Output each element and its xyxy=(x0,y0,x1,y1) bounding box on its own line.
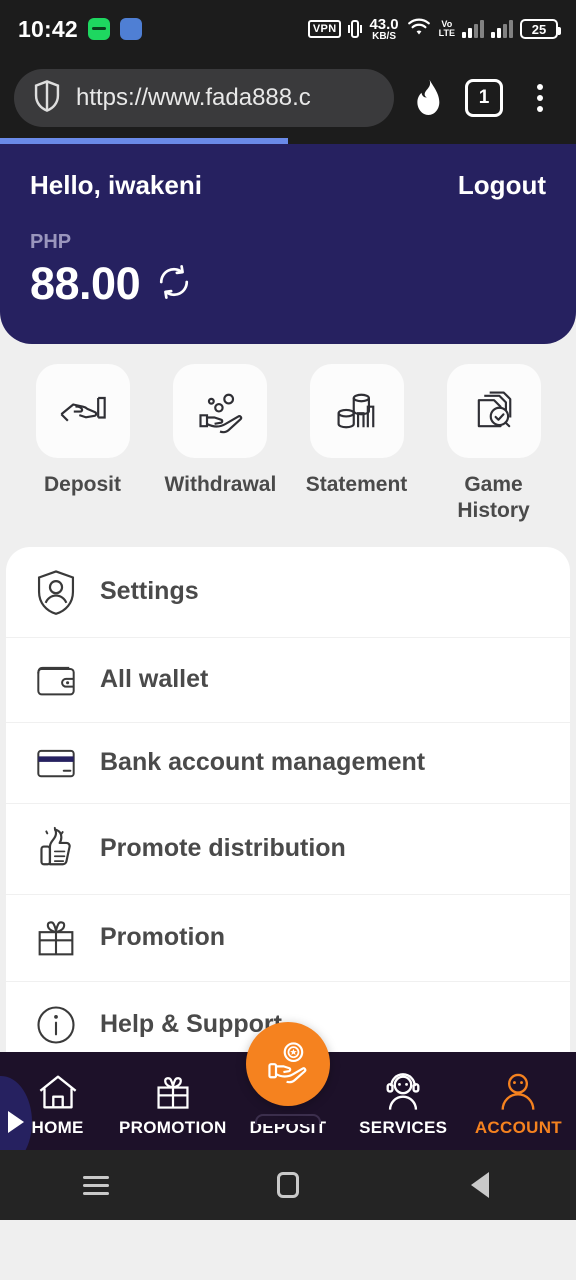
menu-item-promotion[interactable]: Promotion xyxy=(6,895,570,982)
credit-card-icon xyxy=(34,745,78,781)
nav-item-promotion[interactable]: PROMOTION xyxy=(115,1072,230,1150)
status-bar-clock: 10:42 xyxy=(18,15,78,42)
nav-item-label: SERVICES xyxy=(359,1118,448,1137)
nav-item-deposit[interactable]: DEPOSIT xyxy=(230,1022,345,1150)
tab-counter-button[interactable]: 1 xyxy=(462,79,506,117)
shield-user-icon xyxy=(34,569,78,615)
home-icon xyxy=(38,1072,78,1112)
menu-item-settings[interactable]: Settings xyxy=(6,547,570,638)
url-text: https://www.fada888.c xyxy=(76,84,311,111)
network-speed-indicator: 43.0 KB/S xyxy=(369,17,398,42)
vibrate-icon xyxy=(348,19,363,39)
menu-item-label: Settings xyxy=(100,577,199,605)
nav-item-label: PROMOTION xyxy=(119,1118,227,1137)
nav-item-label: HOME xyxy=(31,1118,84,1137)
headset-support-icon xyxy=(383,1072,423,1112)
quick-actions-row: Deposit Withdrawal Statement Game Histor… xyxy=(0,344,576,525)
menu-item-bank-account-management[interactable]: Bank account management xyxy=(6,723,570,804)
status-bar-right: VPN 43.0 KB/S Vo LTE 25 xyxy=(307,17,561,42)
battery-indicator: 25 xyxy=(520,19,561,39)
play-arrow-icon xyxy=(8,1111,24,1133)
signal-bars-sim1-icon xyxy=(462,20,484,38)
quick-action-withdrawal[interactable]: Withdrawal xyxy=(151,364,288,525)
user-icon xyxy=(498,1072,538,1112)
hamburger-recents-icon xyxy=(83,1175,109,1195)
signal-bars-sim2-icon xyxy=(491,20,513,38)
menu-item-label: All wallet xyxy=(100,665,209,693)
triangle-back-icon xyxy=(471,1172,489,1198)
tab-count-label: 1 xyxy=(465,79,503,117)
hand-coins-icon xyxy=(172,364,267,458)
balance-row: 88.00 xyxy=(30,258,546,310)
menu-item-label: Promote distribution xyxy=(100,834,346,862)
volte-icon: Vo LTE xyxy=(438,19,455,38)
address-bar[interactable]: https://www.fada888.c xyxy=(14,69,394,127)
recents-button[interactable] xyxy=(51,1175,141,1195)
menu-item-promote-distribution[interactable]: Promote distribution xyxy=(6,804,570,895)
balance-amount: 88.00 xyxy=(30,258,141,309)
logout-button[interactable]: Logout xyxy=(458,170,546,201)
quick-action-label: Statement xyxy=(305,473,408,496)
quick-action-label: Deposit xyxy=(43,473,121,496)
quick-action-label: Game History xyxy=(457,473,530,523)
refresh-icon[interactable] xyxy=(156,264,192,305)
bottom-navigation-bar: HOME PROMOTION DEPOSIT SERVICES ACCOUNT xyxy=(0,1022,576,1150)
currency-label: PHP xyxy=(30,231,72,253)
spotify-icon xyxy=(87,18,110,40)
gift-icon xyxy=(153,1072,193,1112)
flame-icon[interactable] xyxy=(406,78,450,118)
wallet-icon xyxy=(34,660,78,700)
shield-icon xyxy=(32,79,62,118)
status-bar-left: 10:42 xyxy=(18,16,142,43)
quick-action-statement[interactable]: Statement xyxy=(288,364,425,525)
documents-clock-icon xyxy=(446,364,541,458)
network-speed-value: 43.0 xyxy=(369,15,399,33)
account-header-top: Hello, iwakeni Logout xyxy=(30,170,546,201)
nav-item-account[interactable]: ACCOUNT xyxy=(461,1072,576,1150)
three-dot-menu-icon[interactable] xyxy=(518,84,562,112)
menu-item-label: Promotion xyxy=(100,923,225,951)
hand-coin-icon xyxy=(264,1038,312,1091)
square-home-icon xyxy=(277,1172,299,1198)
wifi-icon xyxy=(406,17,432,42)
blue-app-icon xyxy=(119,18,142,40)
quick-action-deposit[interactable]: Deposit xyxy=(14,364,151,525)
network-speed-unit: KB/S xyxy=(372,30,396,42)
menu-item-label: Bank account management xyxy=(100,748,426,776)
nav-item-label: ACCOUNT xyxy=(474,1118,562,1137)
gift-icon xyxy=(34,917,78,959)
quick-action-game-history[interactable]: Game History xyxy=(425,364,562,525)
menu-item-all-wallet[interactable]: All wallet xyxy=(6,638,570,723)
home-button[interactable] xyxy=(243,1172,333,1198)
coins-chart-icon xyxy=(309,364,404,458)
nav-item-services[interactable]: SERVICES xyxy=(346,1072,461,1150)
browser-toolbar: https://www.fada888.c 1 xyxy=(0,58,576,138)
quick-action-label: Withdrawal xyxy=(164,473,277,496)
status-bar: 10:42 VPN 43.0 KB/S Vo LTE 25 xyxy=(0,0,576,58)
menu-item-label: Help & Support xyxy=(100,1010,282,1038)
web-page-content: Hello, iwakeni Logout PHP 88.00 Deposit xyxy=(0,144,576,1150)
vpn-icon: VPN xyxy=(307,20,342,38)
greeting-text: Hello, iwakeni xyxy=(30,170,202,200)
android-navigation-bar xyxy=(0,1150,576,1220)
deposit-fab-button[interactable] xyxy=(246,1022,330,1106)
account-header: Hello, iwakeni Logout PHP 88.00 xyxy=(0,144,576,344)
phone-screen: 10:42 VPN 43.0 KB/S Vo LTE 25 https://ww… xyxy=(0,0,576,1280)
hand-card-icon xyxy=(35,364,130,458)
thumbs-up-icon xyxy=(34,826,78,872)
fab-notch xyxy=(255,1114,321,1124)
back-button[interactable] xyxy=(435,1172,525,1198)
info-circle-icon xyxy=(34,1004,78,1046)
